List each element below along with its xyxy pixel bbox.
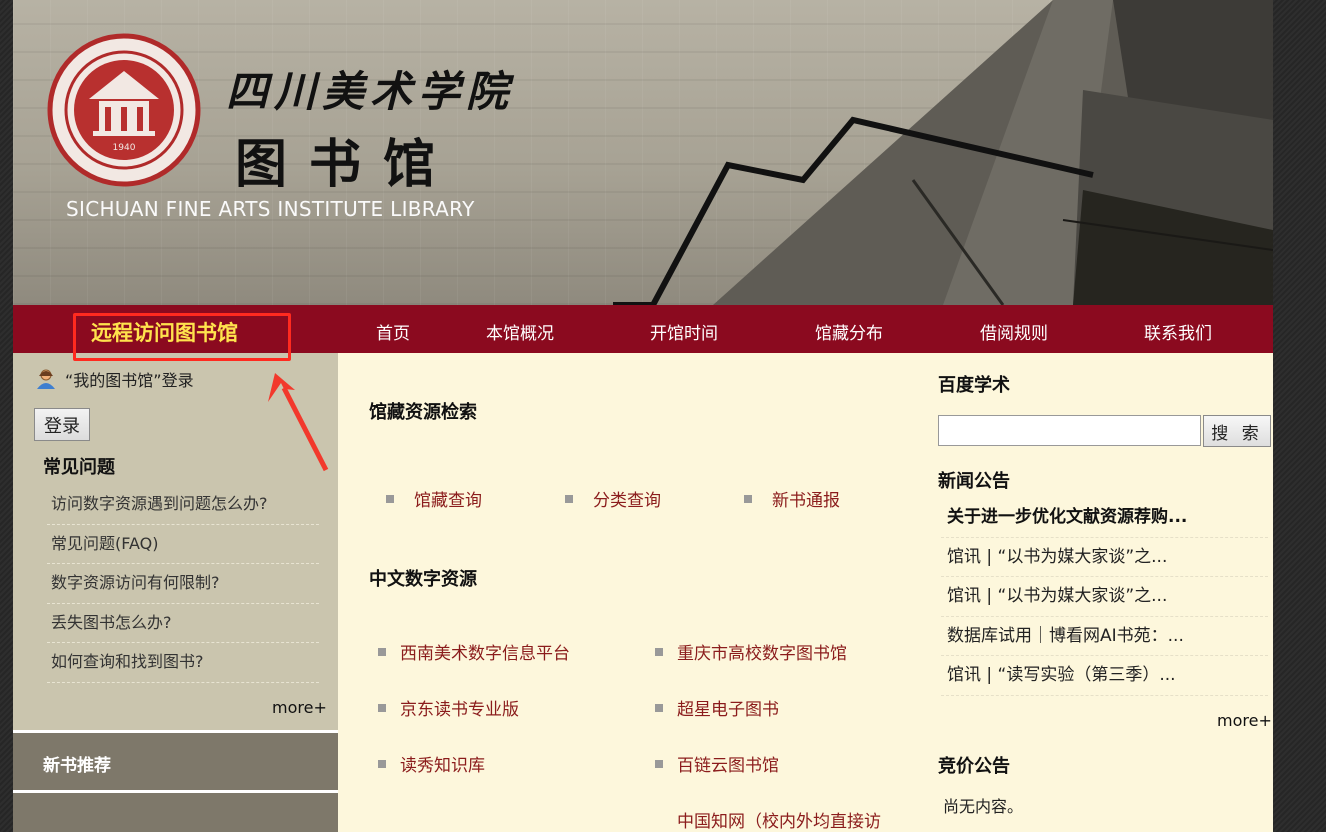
faq-item[interactable]: 访问数字资源遇到问题怎么办? [47,485,319,525]
db-link[interactable]: 中国知网（校内外均直接访 [655,807,881,832]
search-button[interactable]: 搜 索 [1203,415,1271,447]
library-seal-logo: 1940 [47,33,201,187]
library-name: 图书馆 [235,134,458,195]
seal-year: 1940 [113,143,136,153]
bullet-icon [378,647,386,656]
chinese-db-title: 中文数字资源 [369,569,477,590]
bid-empty-text: 尚无内容。 [943,797,1024,816]
header-banner: 1940 四川美术学院 图书馆 SICHUAN FINE ARTS INSTIT… [13,0,1273,305]
bullet-icon [655,703,663,712]
main-nav: 远程访问图书馆 首页 本馆概况 开馆时间 馆藏分布 借阅规则 联系我们 [13,305,1273,361]
db-link[interactable]: 超星电子图书 [655,695,779,720]
nav-item-borrowing-rules[interactable]: 借阅规则 [980,319,1048,344]
nav-item-hours[interactable]: 开馆时间 [650,319,718,344]
faq-item[interactable]: 常见问题(FAQ) [47,525,319,564]
library-building-image [613,0,1273,305]
remote-access-link[interactable]: 远程访问图书馆 [91,317,238,347]
news-item[interactable]: 馆讯 | “以书为媒大家谈”之... [941,577,1268,617]
page-wrapper: 1940 四川美术学院 图书馆 SICHUAN FINE ARTS INSTIT… [13,0,1273,832]
right-sidebar: 百度学术 搜 索 新闻公告 关于进一步优化文献资源荐购... 馆讯 | “以书为… [923,353,1273,832]
faq-item[interactable]: 丢失图书怎么办? [47,604,319,643]
catalog-search-title: 馆藏资源检索 [369,402,477,423]
db-link-label: 重庆市高校数字图书馆 [677,644,847,664]
bullet-icon [655,759,663,768]
faq-item[interactable]: 如何查询和找到图书? [47,643,319,683]
db-link-label: 京东读书专业版 [400,700,519,720]
bullet-icon [565,494,573,503]
news-item[interactable]: 数据库试用｜博看网AI书苑：... [941,617,1268,656]
news-list: 关于进一步优化文献资源荐购... 馆讯 | “以书为媒大家谈”之... 馆讯 |… [941,498,1268,696]
main-content: 馆藏资源检索 馆藏查询 分类查询 新书通报 中文数字资源 西南美术数字信息平台 … [338,353,923,832]
db-link[interactable]: 读秀知识库 [378,751,485,776]
baidu-search-input[interactable] [938,415,1201,446]
db-link-label: 读秀知识库 [400,756,485,776]
db-link[interactable]: 重庆市高校数字图书馆 [655,639,847,664]
catalog-link[interactable]: 分类查询 [565,486,661,511]
nav-item-home[interactable]: 首页 [376,319,410,344]
sidebar-bottom-panel [13,790,338,832]
catalog-link[interactable]: 馆藏查询 [386,486,482,511]
catalog-link-label: 馆藏查询 [414,491,482,511]
db-link-label: 西南美术数字信息平台 [400,644,570,664]
bullet-icon [386,494,394,503]
db-link-label: 百链云图书馆 [677,756,779,776]
db-link-label: 中国知网（校内外均直接访 [677,812,881,832]
catalog-link-label: 新书通报 [772,491,840,511]
left-sidebar: “我的图书馆”登录 登录 常见问题 访问数字资源遇到问题怎么办? 常见问题(FA… [13,353,338,832]
db-link-label: 超星电子图书 [677,700,779,720]
college-name: 四川美术学院 [226,67,515,116]
catalog-link-label: 分类查询 [593,491,661,511]
english-name: SICHUAN FINE ARTS INSTITUTE LIBRARY [66,197,475,221]
nav-item-collections[interactable]: 馆藏分布 [815,319,883,344]
login-button[interactable]: 登录 [34,408,90,441]
db-link[interactable]: 百链云图书馆 [655,751,779,776]
nav-item-about[interactable]: 本馆概况 [486,319,554,344]
faq-list: 访问数字资源遇到问题怎么办? 常见问题(FAQ) 数字资源访问有何限制? 丢失图… [47,485,319,683]
db-link[interactable]: 京东读书专业版 [378,695,519,720]
news-title: 新闻公告 [938,471,1010,492]
bullet-icon [378,759,386,768]
new-books-title[interactable]: 新书推荐 [43,751,111,776]
my-library-login-row: “我的图书馆”登录 [35,367,194,391]
login-prompt: “我的图书馆”登录 [65,371,194,390]
news-item[interactable]: 馆讯 | “读写实验（第三季）... [941,656,1268,696]
catalog-link[interactable]: 新书通报 [744,486,840,511]
new-books-section: 新书推荐 [13,730,338,790]
news-item[interactable]: 关于进一步优化文献资源荐购... [941,498,1268,538]
bid-announcement-title: 竞价公告 [938,756,1010,777]
faq-item[interactable]: 数字资源访问有何限制? [47,564,319,604]
bullet-icon [378,703,386,712]
baidu-scholar-title: 百度学术 [938,375,1010,396]
bullet-icon [655,647,663,656]
db-link[interactable]: 西南美术数字信息平台 [378,639,570,664]
faq-title: 常见问题 [43,457,115,478]
faq-more-link[interactable]: more+ [272,698,327,717]
nav-item-contact[interactable]: 联系我们 [1144,319,1212,344]
user-icon [37,369,55,389]
news-item[interactable]: 馆讯 | “以书为媒大家谈”之... [941,538,1268,577]
bullet-icon [744,494,752,503]
news-more-link[interactable]: more+ [1217,711,1272,730]
